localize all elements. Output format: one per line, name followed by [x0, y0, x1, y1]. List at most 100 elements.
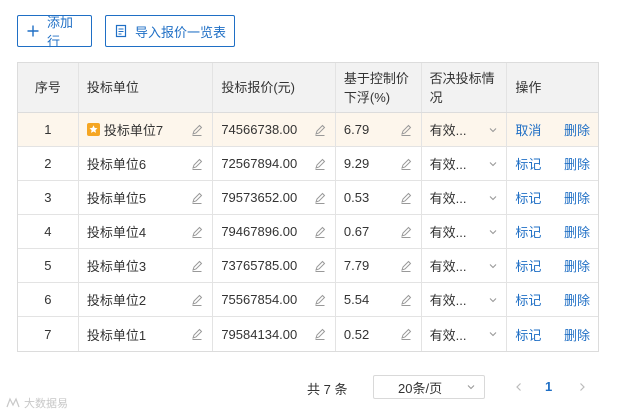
- table-row: 5 投标单位3 73765785.00 7.79 有效... 标记 删除: [18, 249, 598, 283]
- price-cell: 79573652.00: [213, 181, 336, 214]
- pagination: 共 7 条 20条/页 1: [0, 375, 622, 399]
- discount-rate: 0.52: [343, 326, 370, 342]
- watermark-logo-icon: [6, 397, 22, 409]
- edit-icon[interactable]: [313, 191, 327, 205]
- actions-cell: 标记 删除: [507, 249, 598, 282]
- rate-cell: 6.79: [336, 113, 422, 146]
- edit-icon[interactable]: [190, 157, 204, 171]
- page-number-current[interactable]: 1: [545, 379, 552, 394]
- bid-price: 72567894.00: [221, 156, 298, 171]
- mark-link[interactable]: 标记: [515, 256, 541, 275]
- edit-icon[interactable]: [190, 225, 204, 239]
- price-cell: 73765785.00: [213, 249, 336, 282]
- actions-cell: 标记 删除: [507, 317, 598, 351]
- mark-link[interactable]: 标记: [515, 222, 541, 241]
- total-count: 共 7 条: [307, 382, 348, 397]
- cancel-mark-link[interactable]: 取消: [515, 120, 541, 139]
- table-row: 4 投标单位4 79467896.00 0.67 有效... 标记 删除: [18, 215, 598, 249]
- chevron-down-icon: [488, 329, 498, 339]
- price-cell: 79584134.00: [213, 317, 336, 351]
- mark-link[interactable]: 标记: [515, 154, 541, 173]
- status-select[interactable]: 有效...: [422, 181, 508, 214]
- delete-link[interactable]: 删除: [564, 325, 590, 344]
- row-number: 1: [18, 113, 79, 146]
- mark-link[interactable]: 标记: [515, 325, 541, 344]
- status-select[interactable]: 有效...: [422, 113, 508, 146]
- header-status: 否决投标情况: [422, 63, 508, 112]
- price-cell: 75567854.00: [213, 283, 336, 316]
- status-select[interactable]: 有效...: [422, 249, 508, 282]
- actions-cell: 取消 删除: [507, 113, 598, 146]
- delete-link[interactable]: 删除: [564, 222, 590, 241]
- table-header: 序号 投标单位 投标报价(元) 基于控制价下浮(%) 否决投标情况 操作: [18, 63, 598, 113]
- chevron-down-icon: [488, 227, 498, 237]
- prev-page-icon[interactable]: [512, 380, 526, 394]
- table-row: 3 投标单位5 79573652.00 0.53 有效... 标记 删除: [18, 181, 598, 215]
- page-size-select[interactable]: 20条/页: [373, 375, 485, 399]
- delete-link[interactable]: 删除: [564, 188, 590, 207]
- row-number: 6: [18, 283, 79, 316]
- edit-icon[interactable]: [190, 327, 204, 341]
- edit-icon[interactable]: [399, 157, 413, 171]
- header-no: 序号: [18, 63, 79, 112]
- bidder-cell: 投标单位7: [79, 113, 214, 146]
- table-row: 1 投标单位7 74566738.00 6.79 有效... 取消 删除: [18, 113, 598, 147]
- mark-link[interactable]: 标记: [515, 290, 541, 309]
- chevron-down-icon: [488, 125, 498, 135]
- delete-link[interactable]: 删除: [564, 290, 590, 309]
- edit-icon[interactable]: [190, 259, 204, 273]
- status-select[interactable]: 有效...: [422, 283, 508, 316]
- actions-cell: 标记 删除: [507, 181, 598, 214]
- price-cell: 74566738.00: [213, 113, 336, 146]
- discount-rate: 7.79: [343, 258, 370, 273]
- actions-cell: 标记 删除: [507, 147, 598, 180]
- edit-icon[interactable]: [313, 225, 327, 239]
- edit-icon[interactable]: [399, 123, 413, 137]
- price-cell: 79467896.00: [213, 215, 336, 248]
- next-page-icon[interactable]: [575, 380, 589, 394]
- bidder-cell: 投标单位3: [79, 249, 214, 282]
- import-quote-list-button[interactable]: 导入报价一览表: [105, 15, 235, 47]
- edit-icon[interactable]: [190, 123, 204, 137]
- edit-icon[interactable]: [190, 191, 204, 205]
- bidder-name: 投标单位5: [86, 191, 147, 206]
- row-number: 4: [18, 215, 79, 248]
- star-icon: [86, 123, 100, 136]
- mark-link[interactable]: 标记: [515, 188, 541, 207]
- discount-rate: 5.54: [343, 292, 370, 307]
- edit-icon[interactable]: [313, 157, 327, 171]
- edit-icon[interactable]: [399, 191, 413, 205]
- discount-rate: 0.67: [343, 224, 370, 239]
- toolbar: 添加行 导入报价一览表: [17, 15, 235, 49]
- chevron-down-icon: [488, 295, 498, 305]
- delete-link[interactable]: 删除: [564, 154, 590, 173]
- bidder-cell: 投标单位6: [79, 147, 214, 180]
- bidder-name: 投标单位4: [86, 225, 147, 240]
- edit-icon[interactable]: [399, 259, 413, 273]
- row-number: 3: [18, 181, 79, 214]
- delete-link[interactable]: 删除: [564, 120, 590, 139]
- edit-icon[interactable]: [399, 293, 413, 307]
- add-row-label: 添加行: [47, 15, 74, 49]
- actions-cell: 标记 删除: [507, 283, 598, 316]
- edit-icon[interactable]: [313, 327, 327, 341]
- add-row-button[interactable]: 添加行: [17, 15, 92, 49]
- status-select[interactable]: 有效...: [422, 147, 508, 180]
- plus-icon: [26, 24, 40, 38]
- table-row: 7 投标单位1 79584134.00 0.52 有效... 标记 删除: [18, 317, 598, 351]
- edit-icon[interactable]: [399, 327, 413, 341]
- bid-price: 79584134.00: [221, 326, 298, 342]
- edit-icon[interactable]: [313, 123, 327, 137]
- edit-icon[interactable]: [313, 259, 327, 273]
- status-select[interactable]: 有效...: [422, 317, 508, 351]
- edit-icon[interactable]: [313, 293, 327, 307]
- status-select[interactable]: 有效...: [422, 215, 508, 248]
- bidder-name: 投标单位6: [86, 157, 147, 172]
- actions-cell: 标记 删除: [507, 215, 598, 248]
- delete-link[interactable]: 删除: [564, 256, 590, 275]
- bidder-cell: 投标单位5: [79, 181, 214, 214]
- edit-icon[interactable]: [190, 293, 204, 307]
- edit-icon[interactable]: [399, 225, 413, 239]
- status-value: 有效...: [429, 327, 467, 343]
- header-bidder: 投标单位: [79, 63, 214, 112]
